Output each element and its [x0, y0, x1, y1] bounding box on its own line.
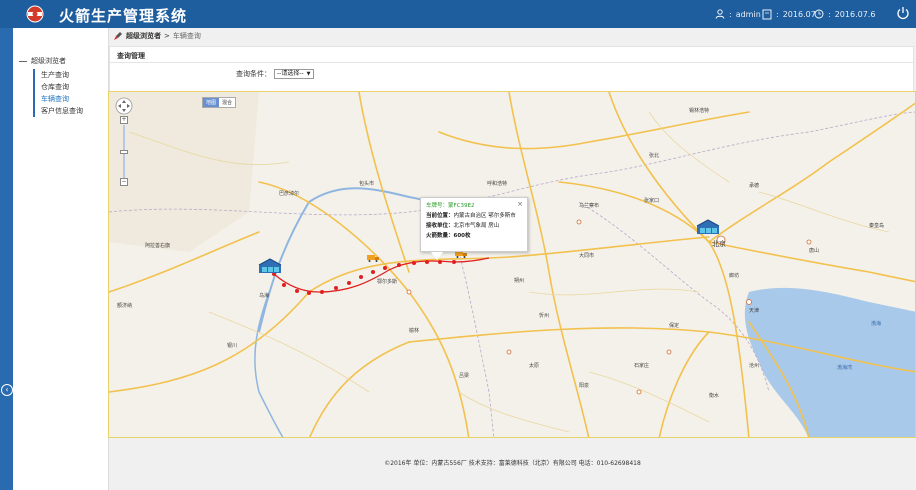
app-title: 火箭生产管理系统 — [59, 7, 188, 25]
sidebar-item-vehicle[interactable]: 车辆查询 — [33, 93, 83, 105]
map-label: 额济纳 — [117, 303, 133, 309]
document-icon — [762, 9, 772, 20]
collapse-sidebar-icon[interactable]: ‹ — [1, 384, 13, 396]
info-count: 火箭数量：600枚 — [426, 233, 471, 239]
map-label: 唐山 — [809, 248, 820, 254]
zoom-control[interactable]: + − — [120, 116, 128, 186]
warehouse-icon[interactable] — [257, 257, 283, 275]
map-type-hybrid[interactable]: 混合 — [219, 98, 236, 107]
map-label: 忻州 — [539, 313, 550, 319]
map-label: 呼和浩特 — [487, 181, 508, 187]
dash-icon — [19, 60, 27, 62]
nav-group-label: 超级浏览者 — [31, 57, 66, 65]
sidebar-item-customer[interactable]: 客户信息查询 — [33, 105, 83, 117]
username: admin — [735, 9, 761, 19]
map-label: 朔州 — [514, 278, 525, 284]
map-view[interactable]: 阿拉善右旗 额济纳 巴彦淖尔 包头市 呼和浩特 乌兰察布 大同市 张家口 北京 … — [108, 91, 916, 438]
info-location: 当前位置：内蒙古自治区 鄂尔多斯市 — [426, 213, 516, 219]
map-label: 乌兰察布 — [579, 203, 600, 209]
sidebar: 超级浏览者 生产查询 仓库查询 车辆查询 客户信息查询 — [13, 28, 109, 490]
date-info: :2016.07.6 — [814, 9, 875, 19]
chevron-down-icon: ▼ — [306, 71, 311, 77]
sidebar-item-production[interactable]: 生产查询 — [33, 69, 83, 81]
breadcrumb: 超级浏览者 > 车辆查询 — [114, 30, 201, 42]
query-label: 查询条件： — [236, 70, 271, 78]
map-type-map[interactable]: 地图 — [203, 98, 220, 107]
vehicle-info-window: × 车牌号：蒙FC39E2 当前位置：内蒙古自治区 鄂尔多斯市 接收单位：北京市… — [420, 197, 528, 252]
date-value: 2016.07.6 — [834, 9, 876, 19]
map-label: 张家口 — [644, 198, 660, 204]
query-row: 查询条件： --请选择-- ▼ — [236, 69, 314, 79]
map-label: 北京 — [712, 240, 726, 248]
user-icon — [715, 9, 725, 19]
map-type-switch: 地图 混合 — [202, 97, 237, 108]
map-label: 包头市 — [359, 181, 375, 187]
map-label: 阿拉善右旗 — [145, 243, 171, 249]
nav-group[interactable]: 超级浏览者 — [19, 56, 66, 66]
app-logo-icon — [26, 5, 44, 23]
info-destination: 接收单位：北京市气象局 房山 — [426, 223, 500, 229]
map-base — [109, 92, 915, 437]
map-label: 太原 — [529, 363, 540, 369]
zoom-in-button[interactable]: + — [120, 116, 128, 124]
map-label: 鄂尔多斯 — [377, 279, 398, 285]
side-rail: ‹ — [0, 28, 13, 490]
map-label: 保定 — [669, 323, 680, 329]
map-label: 秦皇岛 — [869, 223, 885, 229]
map-label: 锡林浩特 — [689, 108, 710, 114]
map-label: 承德 — [749, 183, 760, 189]
rocket-icon — [114, 32, 122, 40]
breadcrumb-separator: > — [164, 32, 170, 40]
footer: ©2016年 单位：内蒙古556厂 技术支持：富莱德科技（北京）有限公司 电话：… — [384, 460, 641, 467]
month-info: :2016.07 — [762, 9, 816, 20]
close-icon[interactable]: × — [517, 200, 523, 208]
month-value: 2016.07 — [782, 10, 816, 19]
panel-title: 查询管理 — [110, 47, 913, 63]
breadcrumb-current: 车辆查询 — [172, 32, 201, 40]
map-label: 渤海湾 — [837, 365, 853, 371]
info-plate: 车牌号：蒙FC39E2 — [426, 203, 475, 209]
map-label: 吕梁 — [459, 373, 470, 379]
map-label: 廊坊 — [729, 273, 740, 279]
app-header: 火箭生产管理系统 : admin :2016.07 :2016.07.6 — [0, 0, 916, 28]
breadcrumb-root[interactable]: 超级浏览者 — [126, 31, 161, 41]
map-label: 榆林 — [409, 328, 420, 334]
sidebar-item-warehouse[interactable]: 仓库查询 — [33, 81, 83, 93]
pan-control-icon[interactable] — [115, 97, 133, 115]
map-label: 石家庄 — [634, 363, 650, 369]
query-select-value: --请选择-- — [277, 70, 304, 77]
nav-list: 生产查询 仓库查询 车辆查询 客户信息查询 — [33, 69, 83, 117]
map-label: 大同市 — [579, 253, 595, 259]
power-icon[interactable] — [896, 6, 910, 20]
user-info[interactable]: : admin — [715, 9, 761, 19]
truck-icon[interactable] — [367, 254, 379, 262]
info-pointer — [431, 252, 443, 260]
clock-icon — [814, 9, 824, 19]
map-label: 衡水 — [709, 393, 720, 399]
map-label: 渤海 — [871, 321, 882, 327]
warehouse-icon[interactable] — [695, 218, 721, 236]
map-label: 巴彦淖尔 — [279, 191, 300, 197]
map-label: 张北 — [649, 153, 660, 159]
map-label: 银川 — [227, 343, 238, 349]
zoom-slider-handle[interactable] — [120, 150, 128, 154]
zoom-out-button[interactable]: − — [120, 178, 128, 186]
map-label: 沧州 — [749, 363, 760, 369]
map-label: 阳泉 — [579, 383, 590, 389]
query-select[interactable]: --请选择-- ▼ — [274, 69, 314, 79]
map-label: 乌海 — [259, 293, 270, 299]
map-label: 天津 — [749, 308, 760, 314]
